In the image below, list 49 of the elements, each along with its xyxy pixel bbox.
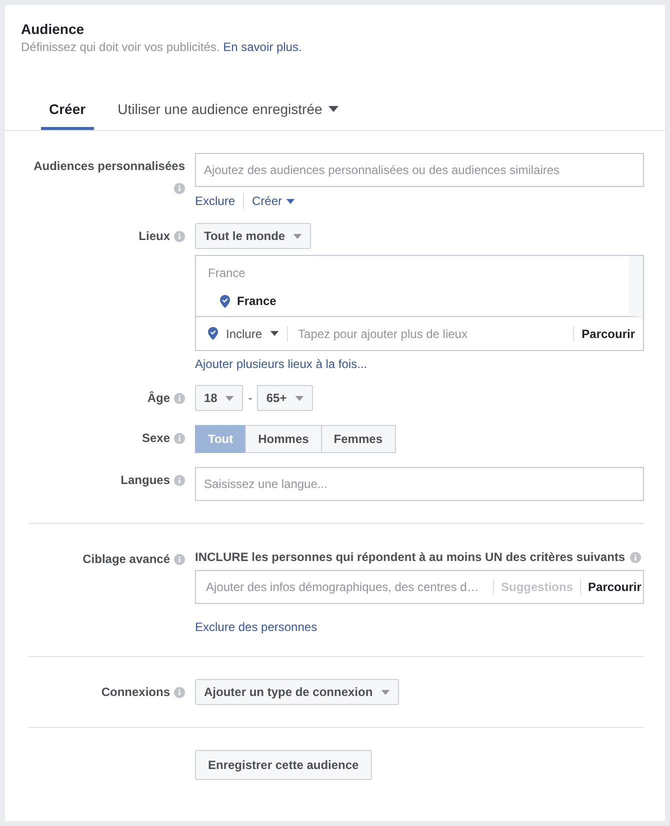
info-icon <box>174 554 185 564</box>
save-audience-button[interactable]: Enregistrer cette audience <box>195 750 372 780</box>
section-title: Audience <box>21 21 86 37</box>
info-icon <box>174 183 185 194</box>
field-label: Lieux <box>138 229 170 243</box>
caret-icon <box>294 396 304 400</box>
custom-audience-field[interactable]: Ajoutez des audiences personnalisées ou des audiences similaires <box>195 153 644 187</box>
include-dropdown[interactable]: Inclure <box>226 326 280 340</box>
info-icon <box>630 552 642 562</box>
info-icon <box>174 686 185 698</box>
location-pin-icon <box>220 294 230 308</box>
targeting-field[interactable]: Ajouter des infos démographiques, des centres d… Suggestions Parcourir <box>195 570 644 604</box>
min-age-dropdown[interactable]: 18 <box>195 385 244 411</box>
info-icon <box>174 392 185 404</box>
create-link[interactable]: Créer <box>252 194 296 208</box>
browse-button[interactable]: Parcourir <box>588 580 642 594</box>
caret-icon <box>293 234 302 238</box>
max-age-dropdown[interactable]: 65+ <box>257 385 313 411</box>
scope-dropdown[interactable]: Tout le monde <box>195 223 312 249</box>
info-icon <box>174 432 185 444</box>
field-label: Ciblage avancé <box>82 552 170 566</box>
location-pin-icon <box>208 327 218 340</box>
location-group-label: France <box>208 266 246 280</box>
language-field[interactable]: Saisissez une langue... <box>195 467 644 501</box>
targeting-instruction: INCLURE les personnes qui répondent à au moins UN des critères suivants <box>195 550 626 564</box>
field-label: Âge <box>147 391 170 405</box>
browse-button[interactable]: Parcourir <box>582 326 635 340</box>
learn-more-link[interactable]: En savoir plus. <box>223 40 302 54</box>
tab[interactable]: Créer <box>41 93 94 130</box>
exclude-people-link[interactable]: Exclure des personnes <box>195 620 318 634</box>
gender-option[interactable]: Hommes <box>245 425 322 453</box>
info-icon <box>174 474 185 486</box>
caret-icon <box>380 690 390 694</box>
exclude-link[interactable]: Exclure <box>195 194 236 208</box>
age-separator: - <box>248 391 252 405</box>
field-label: Langues <box>120 473 170 487</box>
connection-type-dropdown[interactable]: Ajouter un type de connexion <box>195 679 399 705</box>
caret-icon <box>270 331 280 336</box>
field-label: Sexe <box>142 431 170 445</box>
tab[interactable]: Utiliser une audience enregistrée <box>118 93 340 130</box>
gender-option[interactable]: Femmes <box>320 425 396 453</box>
field-label: Audiences personnalisées <box>34 159 185 173</box>
field-label: Connexions <box>101 685 170 699</box>
info-icon <box>174 230 185 242</box>
caret-icon <box>286 198 296 204</box>
caret-icon <box>225 396 234 400</box>
bulk-locations-link[interactable]: Ajouter plusieurs lieux à la fois... <box>195 357 368 371</box>
location-item: France <box>237 294 276 308</box>
section-description: Définissez qui doit voir vos publicités. En savoir plus. <box>21 40 303 54</box>
